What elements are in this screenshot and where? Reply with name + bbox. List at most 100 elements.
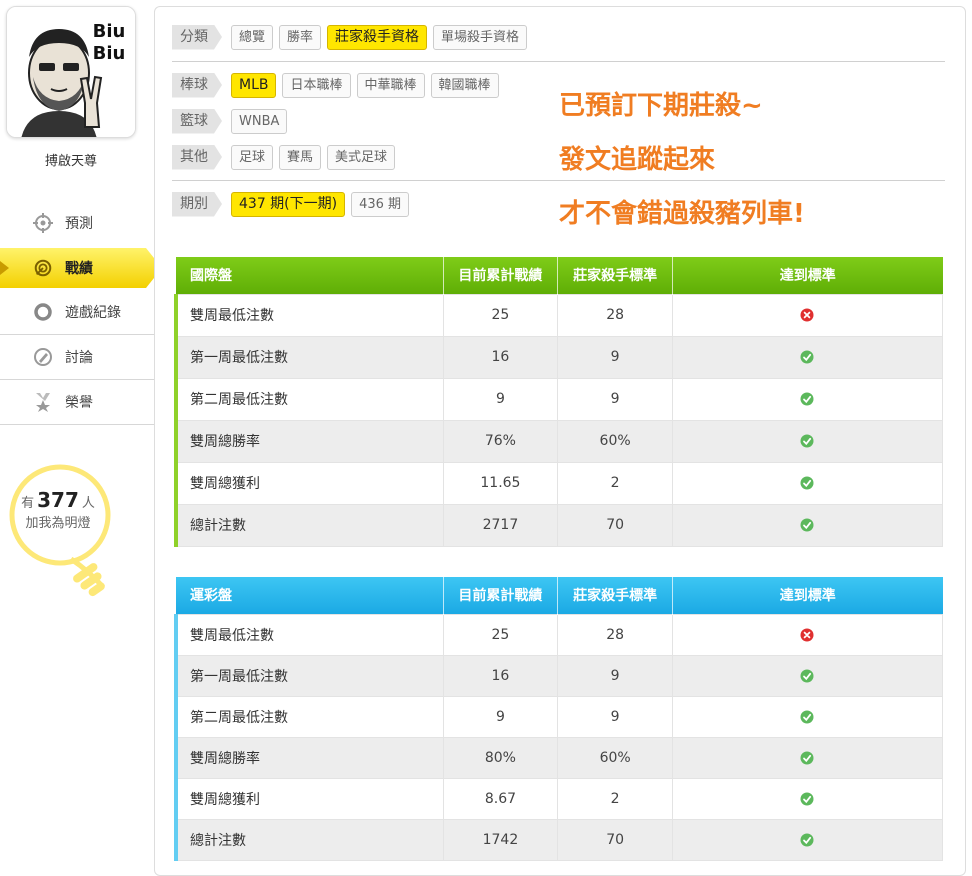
met-status bbox=[671, 377, 944, 421]
cross-icon bbox=[800, 628, 814, 641]
table-row: 雙周總獲利 8.67 2 bbox=[173, 777, 944, 820]
current-value: 16 bbox=[442, 335, 559, 379]
met-status bbox=[671, 461, 944, 505]
nav-item-honor[interactable]: 榮譽 bbox=[0, 380, 154, 425]
met-status bbox=[671, 736, 944, 779]
standard-value: 9 bbox=[557, 695, 673, 738]
col-header-standard: 莊家殺手標準 bbox=[557, 577, 673, 614]
row-label: 第一周最低注數 bbox=[173, 335, 444, 379]
row-label: 雙周總勝率 bbox=[173, 736, 444, 779]
chip-kbo[interactable]: 韓國職棒 bbox=[430, 72, 499, 98]
promo-line-1: 已預訂下期莊殺~ bbox=[559, 91, 763, 121]
chip-bookie-killer[interactable]: 莊家殺手資格 bbox=[327, 24, 428, 50]
table-row: 雙周總獲利 11.65 2 bbox=[173, 461, 944, 505]
met-status bbox=[671, 293, 944, 337]
current-value: 16 bbox=[442, 654, 559, 697]
met-status bbox=[671, 503, 944, 547]
avatar-caption: Biu Biu bbox=[92, 21, 126, 64]
promo-line-3: 才不會錯過殺豬列車! bbox=[559, 199, 805, 229]
cross-icon bbox=[800, 308, 814, 322]
crosshair-icon bbox=[33, 212, 53, 233]
chip-period-437[interactable]: 437 期(下一期) bbox=[231, 191, 346, 217]
row-label: 第二周最低注數 bbox=[173, 377, 444, 421]
check-icon bbox=[800, 751, 814, 764]
fans-count: 377 bbox=[37, 488, 79, 512]
fans-unit: 人 bbox=[81, 496, 95, 511]
check-icon bbox=[800, 833, 814, 846]
target-icon bbox=[33, 258, 53, 278]
lottery-stats-table: 運彩盤 目前累計戰績 莊家殺手標準 達到標準 雙周最低注數 25 28 第一周最低注數… bbox=[173, 577, 944, 861]
nav-item-game-log[interactable]: 遊戲紀錄 bbox=[0, 290, 154, 335]
nav-label-honor: 榮譽 bbox=[65, 395, 93, 411]
chip-cpbl[interactable]: 中華職棒 bbox=[356, 72, 425, 98]
col-header-market: 運彩盤 bbox=[176, 577, 444, 614]
check-icon bbox=[800, 518, 814, 532]
check-icon bbox=[800, 792, 814, 805]
col-header-current: 目前累計戰績 bbox=[443, 577, 559, 614]
chip-wnba[interactable]: WNBA bbox=[231, 108, 288, 134]
current-value: 11.65 bbox=[442, 461, 559, 505]
nav-label-game-log: 遊戲紀錄 bbox=[65, 305, 121, 321]
chip-overview[interactable]: 總覽 bbox=[231, 24, 274, 50]
table-row: 第二周最低注數 9 9 bbox=[173, 695, 944, 738]
current-value: 25 bbox=[442, 613, 559, 656]
basketball-head: 籃球 bbox=[172, 109, 222, 134]
nav-item-record[interactable]: 戰績 bbox=[0, 248, 162, 288]
table-header-row: 國際盤 目前累計戰績 莊家殺手標準 達到標準 bbox=[176, 257, 943, 294]
fans-counter: 有 377 人 加我為明燈 bbox=[8, 490, 108, 534]
col-header-market: 國際盤 bbox=[176, 257, 444, 294]
avatar[interactable]: Biu Biu bbox=[6, 6, 136, 138]
met-status bbox=[671, 419, 944, 463]
international-table-body: 雙周最低注數 25 28 第一周最低注數 16 9 第二周最低注數 9 9 雙周總勝率 76% 60%… bbox=[173, 293, 944, 547]
table-row: 總計注數 1742 70 bbox=[173, 818, 944, 861]
met-status bbox=[671, 818, 944, 861]
current-value: 25 bbox=[442, 293, 559, 337]
row-label: 雙周最低注數 bbox=[173, 293, 444, 337]
table-row: 雙周最低注數 25 28 bbox=[173, 293, 944, 337]
chip-single-killer[interactable]: 單場殺手資格 bbox=[433, 24, 528, 50]
current-value: 80% bbox=[442, 736, 559, 779]
chip-horse-racing[interactable]: 賽馬 bbox=[279, 144, 322, 170]
chip-period-436[interactable]: 436 期 bbox=[351, 191, 410, 217]
ring-icon bbox=[33, 302, 53, 322]
check-icon bbox=[800, 669, 814, 682]
period-head: 期別 bbox=[172, 192, 222, 217]
table-row: 第二周最低注數 9 9 bbox=[173, 377, 944, 421]
chip-soccer[interactable]: 足球 bbox=[231, 144, 274, 170]
table-row: 第一周最低注數 16 9 bbox=[173, 654, 944, 697]
check-icon bbox=[800, 710, 814, 723]
current-value: 9 bbox=[442, 377, 559, 421]
nav-item-predict[interactable]: 預測 bbox=[0, 200, 154, 245]
chip-npb[interactable]: 日本職棒 bbox=[282, 72, 351, 98]
row-label: 雙周總獲利 bbox=[173, 461, 444, 505]
current-value: 8.67 bbox=[442, 777, 559, 820]
international-stats-table: 國際盤 目前累計戰績 莊家殺手標準 達到標準 雙周最低注數 25 28 第一周最低注數… bbox=[173, 257, 944, 547]
standard-value: 28 bbox=[557, 293, 673, 337]
row-label: 總計注數 bbox=[173, 503, 444, 547]
row-label: 第一周最低注數 bbox=[173, 654, 444, 697]
nav-item-discussion[interactable]: 討論 bbox=[0, 335, 154, 380]
sidebar: Biu Biu 搏啟天尊 預測 戰績 遊戲紀錄 討論 榮譽 有 377 人 加我… bbox=[0, 0, 162, 867]
category-filter: 分類 總覽 勝率 莊家殺手資格 單場殺手資格 bbox=[172, 19, 945, 55]
chat-pencil-icon bbox=[33, 347, 53, 367]
col-header-met: 達到標準 bbox=[672, 577, 943, 614]
chip-win-rate[interactable]: 勝率 bbox=[279, 24, 322, 50]
current-value: 76% bbox=[442, 419, 559, 463]
chip-american-football[interactable]: 美式足球 bbox=[327, 144, 396, 170]
username[interactable]: 搏啟天尊 bbox=[0, 150, 142, 169]
nav-label-record: 戰績 bbox=[65, 261, 93, 277]
star-medal-icon bbox=[33, 392, 53, 412]
row-label: 雙周總勝率 bbox=[173, 419, 444, 463]
nav-label-discussion: 討論 bbox=[65, 350, 93, 366]
current-value: 1742 bbox=[442, 818, 559, 861]
chip-mlb[interactable]: MLB bbox=[231, 72, 277, 98]
table-row: 雙周總勝率 80% 60% bbox=[173, 736, 944, 779]
table-header-row: 運彩盤 目前累計戰績 莊家殺手標準 達到標準 bbox=[176, 577, 943, 614]
fans-prefix: 有 bbox=[21, 496, 35, 511]
met-status bbox=[671, 654, 944, 697]
standard-value: 60% bbox=[557, 736, 673, 779]
standard-value: 70 bbox=[557, 503, 673, 547]
promo-line-2: 發文追蹤起來 bbox=[559, 145, 716, 175]
row-label: 總計注數 bbox=[173, 818, 444, 861]
standard-value: 2 bbox=[557, 461, 673, 505]
